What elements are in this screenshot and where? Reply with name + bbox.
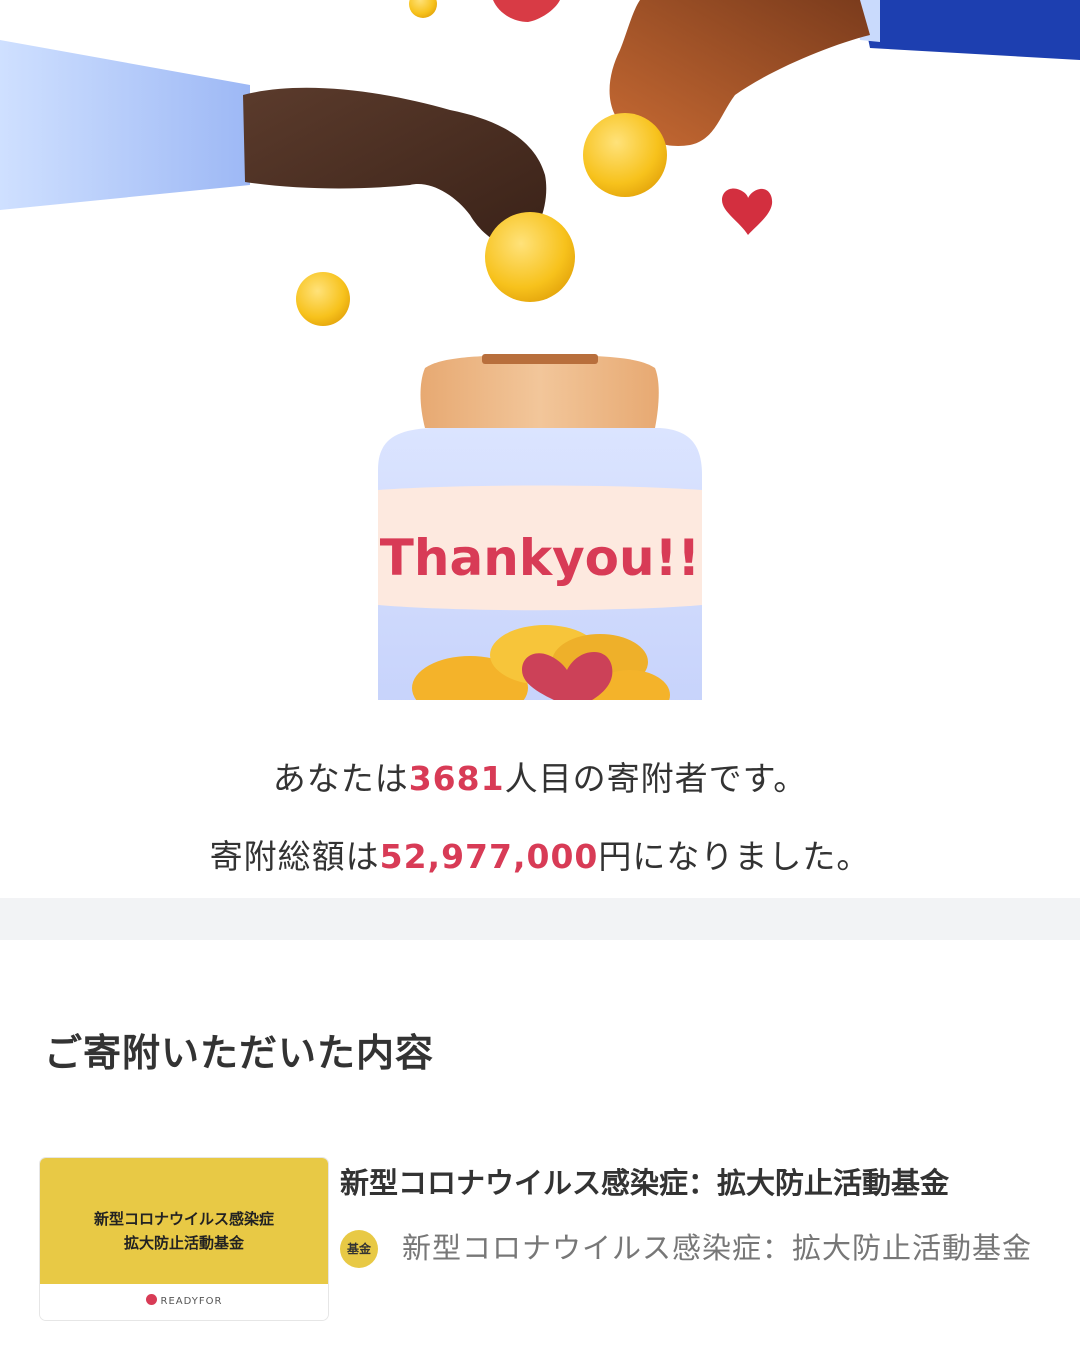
- donor-count-prefix: あなたは: [272, 759, 409, 798]
- section-heading: ご寄附いただいた内容: [44, 1031, 435, 1075]
- brand-name: READYFOR: [160, 1296, 223, 1307]
- section-divider: [0, 898, 1080, 940]
- total-amount-prefix: 寄附総額は: [209, 837, 380, 876]
- donation-illustration: Thankyou!!: [0, 0, 1080, 710]
- total-amount-suffix: 円になりました。: [598, 837, 871, 876]
- heart-icon: [722, 188, 773, 235]
- total-amount-line: 寄附総額は52,977,000円になりました。: [0, 830, 1080, 878]
- total-amount: 52,977,000: [379, 837, 599, 876]
- fund-badge: 基金: [340, 1230, 378, 1268]
- left-hand: [243, 87, 547, 246]
- thumbnail-title-line1: 新型コロナウイルス感染症: [93, 1210, 274, 1228]
- donor-number: 3681: [408, 759, 505, 798]
- brand-logo: READYFOR: [40, 1294, 328, 1307]
- donor-count-suffix: 人目の寄附者です。: [504, 759, 808, 798]
- project-title[interactable]: 新型コロナウイルス感染症：拡大防止活動基金: [340, 1160, 949, 1202]
- brand-logo-icon: [145, 1294, 157, 1305]
- thumbnail-title-line2: 拡大防止活動基金: [123, 1234, 244, 1252]
- right-sleeve: [860, 0, 1080, 60]
- thumbnail-banner: 新型コロナウイルス感染症 拡大防止活動基金: [40, 1158, 328, 1284]
- left-sleeve: [0, 40, 250, 210]
- jar-label: Thankyou!!: [380, 529, 700, 587]
- donor-count-line: あなたは3681人目の寄附者です。: [0, 752, 1080, 800]
- thumbnail-footer: READYFOR: [40, 1284, 328, 1320]
- project-thumbnail[interactable]: 新型コロナウイルス感染症 拡大防止活動基金 READYFOR: [40, 1158, 328, 1320]
- fund-name: 新型コロナウイルス感染症：拡大防止活動基金: [402, 1231, 1033, 1265]
- heart-icon: [493, 0, 560, 22]
